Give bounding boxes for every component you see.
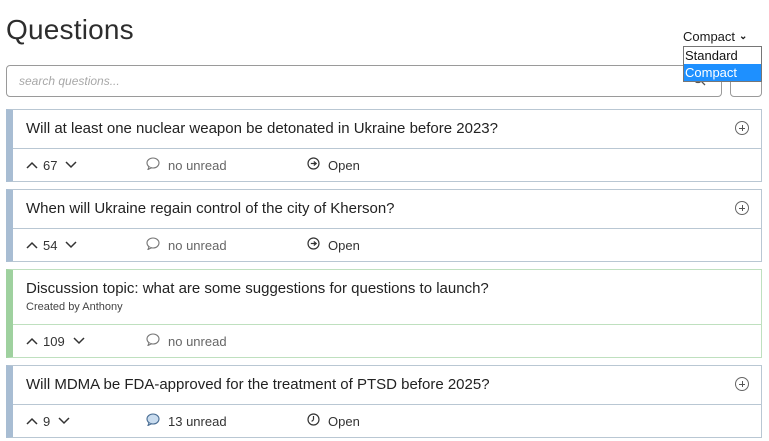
- question-title[interactable]: Will MDMA be FDA-approved for the treatm…: [26, 375, 749, 394]
- view-mode-dropdown: Standard Compact: [683, 46, 762, 82]
- status-indicator: Open: [307, 405, 360, 437]
- vote-control: 54: [26, 229, 77, 261]
- question-card[interactable]: Will at least one nuclear weapon be deto…: [6, 109, 762, 182]
- add-circle-icon[interactable]: [735, 201, 749, 215]
- comment-bubble-icon: [146, 413, 160, 429]
- downvote-chevron-icon[interactable]: [73, 336, 85, 346]
- downvote-chevron-icon[interactable]: [65, 160, 77, 170]
- view-option-compact[interactable]: Compact: [684, 64, 761, 81]
- upvote-chevron-icon[interactable]: [26, 161, 38, 170]
- view-mode-select[interactable]: Compact ⌄: [683, 29, 747, 44]
- question-title[interactable]: When will Ukraine regain control of the …: [26, 199, 749, 218]
- unread-indicator[interactable]: 13 unread: [146, 405, 227, 437]
- add-circle-icon[interactable]: [735, 377, 749, 391]
- comment-bubble-icon: [146, 157, 160, 173]
- page-title: Questions: [6, 14, 134, 45]
- upvote-chevron-icon[interactable]: [26, 337, 38, 346]
- unread-indicator[interactable]: no unread: [146, 149, 227, 181]
- question-title[interactable]: Will at least one nuclear weapon be deto…: [26, 119, 749, 138]
- unread-label: no unread: [168, 157, 227, 173]
- unread-label: no unread: [168, 333, 227, 349]
- vote-control: 9: [26, 405, 70, 437]
- vote-count: 54: [43, 237, 58, 253]
- add-circle-icon[interactable]: [735, 121, 749, 135]
- upvote-chevron-icon[interactable]: [26, 417, 38, 426]
- vote-control: 109: [26, 325, 85, 357]
- unread-label: no unread: [168, 237, 227, 253]
- status-label: Open: [328, 237, 360, 253]
- discussion-card[interactable]: Discussion topic: what are some suggesti…: [6, 269, 762, 358]
- vote-control: 67: [26, 149, 77, 181]
- unread-label: 13 unread: [168, 413, 227, 429]
- search-input[interactable]: [6, 65, 722, 97]
- unread-indicator[interactable]: no unread: [146, 325, 227, 357]
- vote-count: 67: [43, 157, 58, 173]
- downvote-chevron-icon[interactable]: [58, 416, 70, 426]
- vote-count: 9: [43, 413, 51, 429]
- status-indicator: Open: [307, 229, 360, 261]
- status-label: Open: [328, 157, 360, 173]
- comment-bubble-icon: [146, 333, 160, 349]
- status-indicator: Open: [307, 149, 360, 181]
- clock-open-icon: [307, 157, 320, 173]
- question-card[interactable]: When will Ukraine regain control of the …: [6, 189, 762, 262]
- comment-bubble-icon: [146, 237, 160, 253]
- vote-count: 109: [43, 333, 65, 349]
- discussion-title[interactable]: Discussion topic: what are some suggesti…: [26, 279, 749, 298]
- question-card[interactable]: Will MDMA be FDA-approved for the treatm…: [6, 365, 762, 438]
- chevron-down-icon: ⌄: [739, 30, 748, 42]
- clock-open-icon: [307, 237, 320, 253]
- status-label: Open: [328, 413, 360, 429]
- unread-indicator[interactable]: no unread: [146, 229, 227, 261]
- view-option-standard[interactable]: Standard: [684, 47, 761, 64]
- created-by: Created by Anthony: [26, 301, 123, 313]
- view-mode-selected: Compact: [683, 29, 736, 44]
- upvote-chevron-icon[interactable]: [26, 241, 38, 250]
- clock-icon: [307, 413, 320, 429]
- downvote-chevron-icon[interactable]: [65, 240, 77, 250]
